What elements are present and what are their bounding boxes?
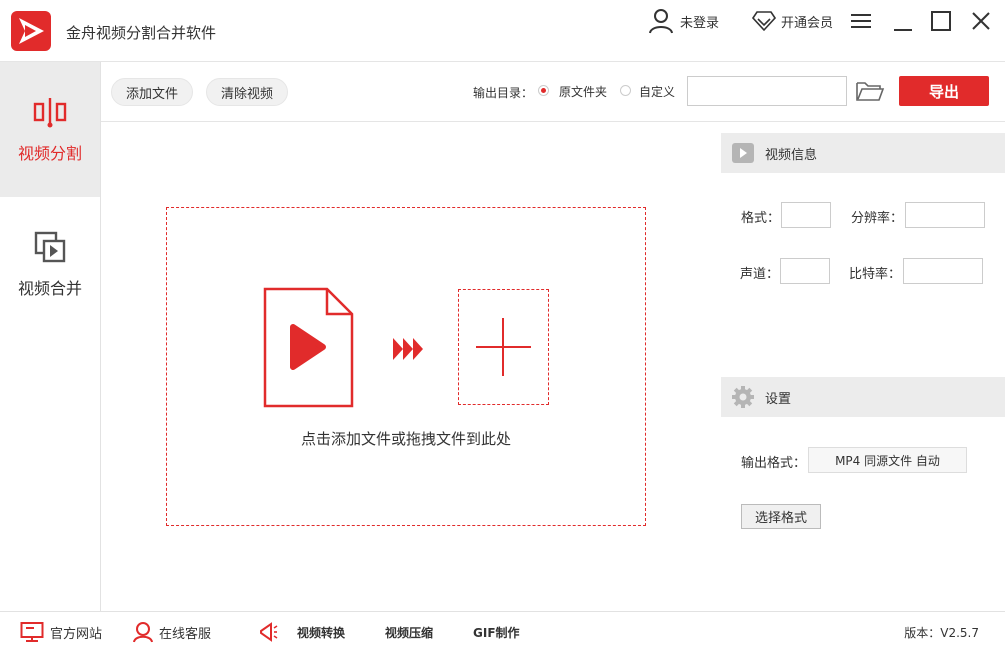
footer: 官方网站 在线客服 视频转换 视频压缩 GIF制作 版本：V2.5.7 — [0, 611, 1005, 652]
toolbar: 添加文件 清除视频 输出目录： 原文件夹 自定义 导出 — [101, 62, 1005, 122]
output-format-value: MP4 同源文件 自动 — [808, 447, 967, 473]
sidebar: 视频分割 视频合并 — [0, 62, 101, 611]
login-button[interactable]: 未登录 — [648, 8, 719, 34]
format-value — [781, 202, 831, 228]
support-icon — [133, 622, 153, 643]
monitor-icon — [20, 622, 44, 642]
output-dir-label: 输出目录： — [473, 86, 534, 100]
official-website-link[interactable]: 官方网站 — [20, 612, 102, 652]
sidebar-item-split[interactable]: 视频分割 — [0, 62, 100, 197]
video-file-icon — [263, 287, 354, 408]
resolution-label: 分辨率： — [851, 211, 904, 226]
diamond-icon — [752, 11, 776, 32]
arrows-icon — [393, 338, 423, 360]
megaphone-icon — [260, 622, 278, 642]
online-service-label: 在线客服 — [159, 626, 212, 642]
video-info-header: 视频信息 — [721, 133, 1005, 173]
radio-source-folder[interactable] — [538, 85, 549, 96]
video-convert-link[interactable]: 视频转换 — [297, 612, 345, 652]
add-placeholder[interactable] — [458, 289, 549, 405]
clear-video-button[interactable]: 清除视频 — [206, 78, 289, 106]
channel-label: 声道： — [740, 267, 780, 282]
video-icon — [732, 143, 754, 163]
channel-value — [780, 258, 830, 284]
promo-icon-wrap — [258, 612, 278, 652]
bitrate-value — [903, 258, 983, 284]
radio-custom-label: 自定义 — [639, 85, 676, 99]
radio-source-label: 原文件夹 — [559, 85, 608, 99]
split-icon — [33, 97, 67, 127]
maximize-button[interactable] — [928, 8, 954, 34]
settings-header: 设置 — [721, 377, 1005, 417]
settings-title: 设置 — [765, 391, 792, 407]
video-info-title: 视频信息 — [765, 147, 818, 163]
version-text: 版本：V2.5.7 — [904, 625, 979, 640]
video-compress-link[interactable]: 视频压缩 — [385, 612, 433, 652]
close-button[interactable] — [968, 8, 994, 34]
export-button[interactable]: 导出 — [899, 76, 989, 106]
sidebar-item-label: 视频合并 — [17, 278, 82, 298]
folder-icon — [856, 82, 885, 101]
menu-button[interactable] — [848, 8, 874, 34]
resolution-value — [905, 202, 985, 228]
user-icon — [649, 9, 673, 34]
radio-custom[interactable] — [620, 85, 631, 96]
output-path-input[interactable] — [687, 76, 847, 106]
login-label: 未登录 — [680, 15, 720, 31]
browse-folder-button[interactable] — [855, 78, 885, 104]
format-label: 格式： — [741, 211, 781, 226]
sidebar-item-label: 视频分割 — [17, 143, 82, 163]
drop-hint: 点击添加文件或拖拽文件到此处 — [300, 430, 511, 448]
menu-icon — [851, 14, 871, 28]
close-icon — [972, 12, 990, 30]
title-bar: 金舟视频分割合并软件 未登录 开通会员 — [0, 0, 1005, 62]
app-logo — [11, 11, 51, 51]
app-title: 金舟视频分割合并软件 — [66, 24, 217, 42]
vip-button[interactable]: 开通会员 — [752, 8, 833, 34]
online-service-link[interactable]: 在线客服 — [133, 612, 211, 652]
plus-icon — [476, 318, 531, 376]
vip-label: 开通会员 — [781, 15, 834, 31]
file-drop-zone[interactable]: 点击添加文件或拖拽文件到此处 — [166, 207, 646, 526]
output-format-label: 输出格式： — [741, 456, 807, 471]
bitrate-label: 比特率： — [849, 267, 902, 282]
maximize-icon — [931, 11, 951, 31]
minimize-icon — [894, 29, 912, 31]
official-website-label: 官方网站 — [50, 626, 103, 642]
choose-format-button[interactable]: 选择格式 — [741, 504, 821, 529]
add-file-button[interactable]: 添加文件 — [111, 78, 194, 106]
minimize-button[interactable] — [890, 8, 916, 34]
sidebar-item-merge[interactable]: 视频合并 — [0, 197, 100, 332]
gif-maker-link[interactable]: GIF制作 — [473, 612, 520, 652]
merge-icon — [34, 231, 66, 262]
gear-icon — [732, 386, 754, 408]
